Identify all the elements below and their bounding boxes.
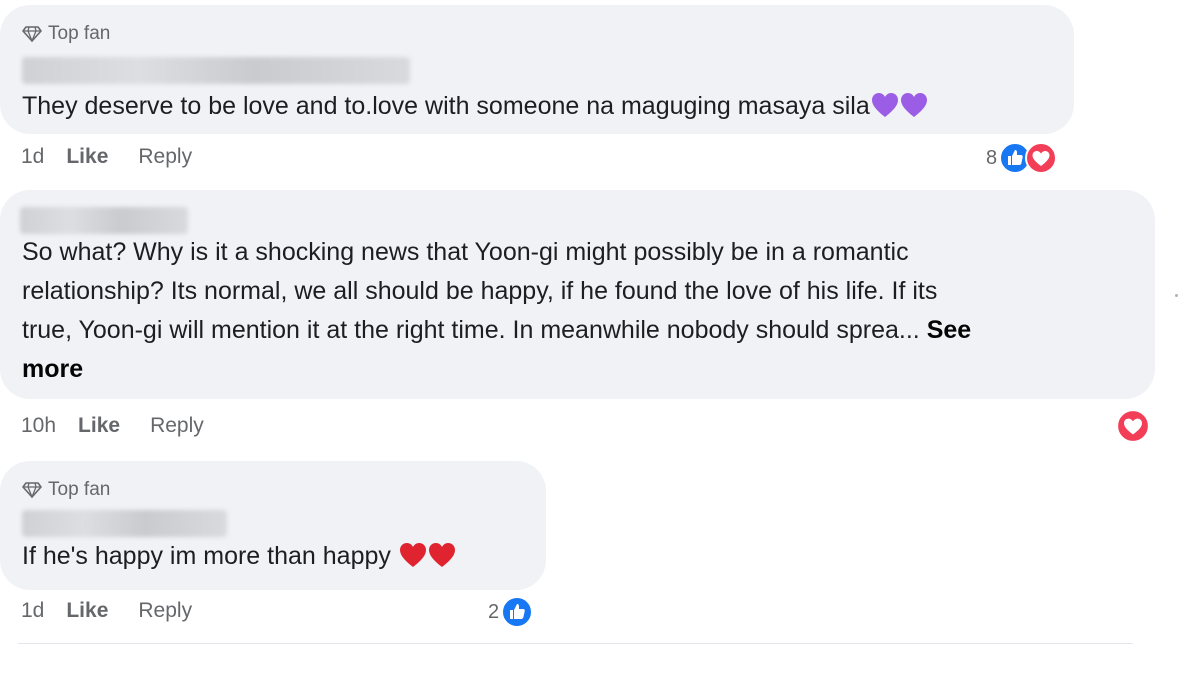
reply-button[interactable]: Reply (138, 599, 192, 623)
comment-text: They deserve to be love and to.love with… (22, 87, 928, 126)
reaction-count: 8 (986, 146, 998, 169)
scroll-indicator (1175, 294, 1178, 297)
reply-button[interactable]: Reply (138, 145, 192, 169)
comment-bubble-1: Top fan They deserve to be love and to.l… (0, 5, 1074, 134)
comment-time[interactable]: 1d (21, 599, 44, 623)
love-reaction-icon (1116, 409, 1150, 443)
reaction-count: 2 (488, 600, 500, 623)
comment-actions-1: 1d Like Reply (21, 145, 192, 169)
comment-time[interactable]: 10h (21, 414, 56, 438)
comment-text: So what? Why is it a shocking news that … (22, 233, 971, 389)
reaction-summary-3[interactable]: 2 (488, 596, 534, 628)
like-button[interactable]: Like (66, 145, 108, 169)
comment-line-1: So what? Why is it a shocking news that … (22, 238, 909, 266)
comment-text: If he's happy im more than happy (22, 537, 456, 576)
divider (18, 643, 1133, 644)
comment-bubble-2: So what? Why is it a shocking news that … (0, 190, 1155, 399)
reaction-summary-1[interactable]: 8 (986, 142, 1058, 174)
see-more-link-cont[interactable]: more (22, 355, 83, 383)
comment-line-2: relationship? Its normal, we all should … (22, 277, 938, 305)
comment-actions-3: 1d Like Reply (21, 599, 192, 623)
comment-text-body: If he's happy im more than happy (22, 542, 391, 570)
red-heart-icon (399, 543, 426, 567)
purple-heart-icon (871, 93, 898, 117)
top-fan-badge: Top fan (22, 23, 110, 45)
reply-button[interactable]: Reply (150, 414, 204, 438)
diamond-icon (22, 26, 42, 42)
comment-text-body: They deserve to be love and to.love with… (22, 92, 870, 120)
top-fan-label: Top fan (48, 23, 111, 44)
love-reaction-icon (1025, 142, 1058, 174)
like-button[interactable]: Like (66, 599, 108, 623)
comment-bubble-3: Top fan If he's happy im more than happy (0, 461, 546, 590)
like-button[interactable]: Like (78, 414, 120, 438)
top-fan-label: Top fan (48, 479, 111, 500)
reaction-summary-2[interactable] (1116, 409, 1150, 443)
commenter-name-blurred[interactable] (22, 57, 410, 84)
purple-heart-icon (900, 93, 927, 117)
see-more-link[interactable]: See (927, 316, 971, 344)
red-heart-icon (428, 543, 455, 567)
comment-time[interactable]: 1d (21, 145, 44, 169)
comment-line-3: true, Yoon-gi will mention it at the rig… (22, 316, 920, 344)
commenter-name-blurred[interactable] (20, 207, 188, 234)
diamond-icon (22, 482, 42, 498)
comment-actions-2: 10h Like Reply (21, 414, 204, 438)
like-reaction-icon (501, 596, 534, 628)
top-fan-badge: Top fan (22, 479, 110, 501)
commenter-name-blurred[interactable] (22, 510, 227, 537)
